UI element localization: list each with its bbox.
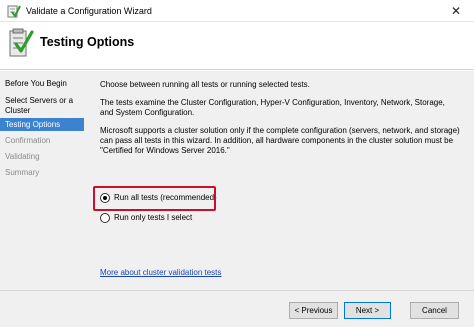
radio-label-run-selected[interactable]: Run only tests I select xyxy=(114,213,192,222)
nav-item-summary: Summary xyxy=(5,168,40,177)
page-title: Testing Options xyxy=(40,35,135,49)
nav-item-select-servers[interactable]: Select Servers or a Cluster xyxy=(0,96,80,116)
wizard-app-icon xyxy=(7,5,21,18)
cancel-button[interactable]: Cancel xyxy=(410,302,459,319)
nav-item-testing-options[interactable]: Testing Options xyxy=(0,118,84,131)
nav-item-confirmation: Confirmation xyxy=(5,136,51,145)
wizard-steps-nav: Before You Begin Select Servers or a Clu… xyxy=(0,71,84,291)
wizard-checklist-icon xyxy=(9,28,34,57)
content-panel: Choose between running all tests or runn… xyxy=(93,71,468,291)
description-text: The tests examine the Cluster Configurat… xyxy=(100,98,445,117)
intro-text: Choose between running all tests or runn… xyxy=(100,80,310,89)
support-note-text: Microsoft supports a cluster solution on… xyxy=(100,126,460,155)
wizard-header: Testing Options xyxy=(0,22,474,70)
wizard-body: Before You Begin Select Servers or a Clu… xyxy=(0,71,474,327)
nav-item-validating: Validating xyxy=(5,152,40,161)
title-bar: Validate a Configuration Wizard ✕ xyxy=(0,0,474,22)
previous-button[interactable]: < Previous xyxy=(289,302,338,319)
window-title: Validate a Configuration Wizard xyxy=(26,6,152,16)
nav-item-before-you-begin[interactable]: Before You Begin xyxy=(0,79,84,89)
footer-divider xyxy=(0,290,474,291)
highlight-annotation-box xyxy=(93,186,216,211)
next-button[interactable]: Next > xyxy=(344,302,391,319)
close-icon[interactable]: ✕ xyxy=(447,4,465,18)
radio-button-unselected[interactable] xyxy=(100,213,110,223)
more-info-link[interactable]: More about cluster validation tests xyxy=(100,268,221,277)
